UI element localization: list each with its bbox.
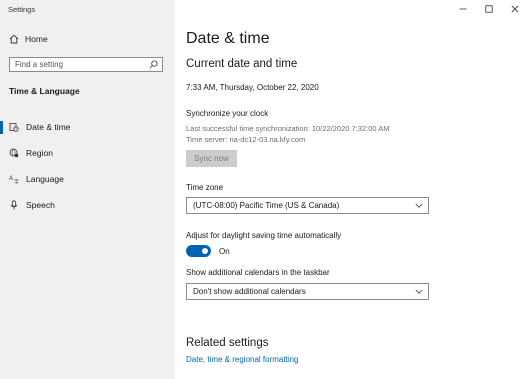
last-sync-text: Last successful time synchronization: 10… [186, 124, 390, 133]
sidebar-item-region[interactable]: Region [0, 140, 175, 166]
calendars-label: Show additional calendars in the taskbar [186, 268, 330, 277]
time-server-text: Time server: na-dc12-03.na.kfy.com [186, 135, 306, 144]
calendars-dropdown[interactable]: Don't show additional calendars [186, 283, 429, 300]
svg-text:字: 字 [14, 179, 19, 185]
search-icon[interactable] [149, 60, 158, 69]
sidebar-item-speech[interactable]: Speech [0, 192, 175, 218]
sidebar-nav: Date & time Region A 字 Language Speech [0, 114, 175, 218]
search-input[interactable] [10, 60, 150, 69]
close-icon [511, 5, 519, 13]
home-icon [9, 34, 19, 44]
dst-label: Adjust for daylight saving time automati… [186, 231, 342, 240]
current-date-time: 7:33 AM, Thursday, October 22, 2020 [186, 83, 319, 92]
sidebar-item-label: Speech [26, 200, 55, 210]
chevron-down-icon [415, 289, 423, 294]
toggle-knob [202, 248, 208, 254]
sidebar-item-label: Language [26, 174, 64, 184]
home-label: Home [25, 34, 48, 44]
maximize-button[interactable] [476, 0, 502, 18]
close-button[interactable] [502, 0, 528, 18]
time-zone-label: Time zone [186, 183, 224, 192]
window-controls [450, 0, 528, 18]
sync-now-button[interactable]: Sync now [186, 150, 237, 167]
section-title: Time & Language [9, 86, 80, 96]
window-title: Settings [8, 5, 36, 14]
microphone-icon [10, 200, 18, 210]
sidebar: Settings Home Time & Language Dat [0, 0, 175, 379]
calendar-clock-icon [9, 123, 19, 132]
calendars-value: Don't show additional calendars [193, 287, 306, 296]
sidebar-item-language[interactable]: A 字 Language [0, 166, 175, 192]
minimize-button[interactable] [450, 0, 476, 18]
globe-gear-icon [9, 148, 19, 158]
regional-formatting-link[interactable]: Date, time & regional formatting [186, 355, 299, 364]
dst-state: On [219, 246, 230, 256]
chevron-down-icon [415, 203, 423, 208]
sidebar-item-date-time[interactable]: Date & time [0, 114, 175, 140]
page-title: Date & time [186, 30, 270, 47]
dst-toggle-row: On [186, 245, 230, 257]
settings-window: Settings Home Time & Language Dat [0, 0, 528, 379]
sidebar-item-label: Date & time [26, 122, 71, 132]
time-zone-value: (UTC-08:00) Pacific Time (US & Canada) [193, 201, 340, 210]
language-icon: A 字 [9, 176, 19, 185]
sidebar-item-label: Region [26, 148, 53, 158]
dst-toggle[interactable] [186, 245, 211, 257]
time-zone-dropdown[interactable]: (UTC-08:00) Pacific Time (US & Canada) [186, 197, 429, 214]
maximize-icon [485, 5, 493, 13]
main-content: Date & time Current date and time 7:33 A… [175, 0, 528, 379]
svg-text:A: A [9, 176, 13, 182]
current-date-heading: Current date and time [186, 58, 298, 70]
sync-heading: Synchronize your clock [186, 109, 269, 118]
minimize-icon [459, 8, 467, 10]
home-link[interactable]: Home [9, 34, 48, 44]
related-settings-heading: Related settings [186, 337, 269, 349]
search-box[interactable] [9, 57, 163, 72]
